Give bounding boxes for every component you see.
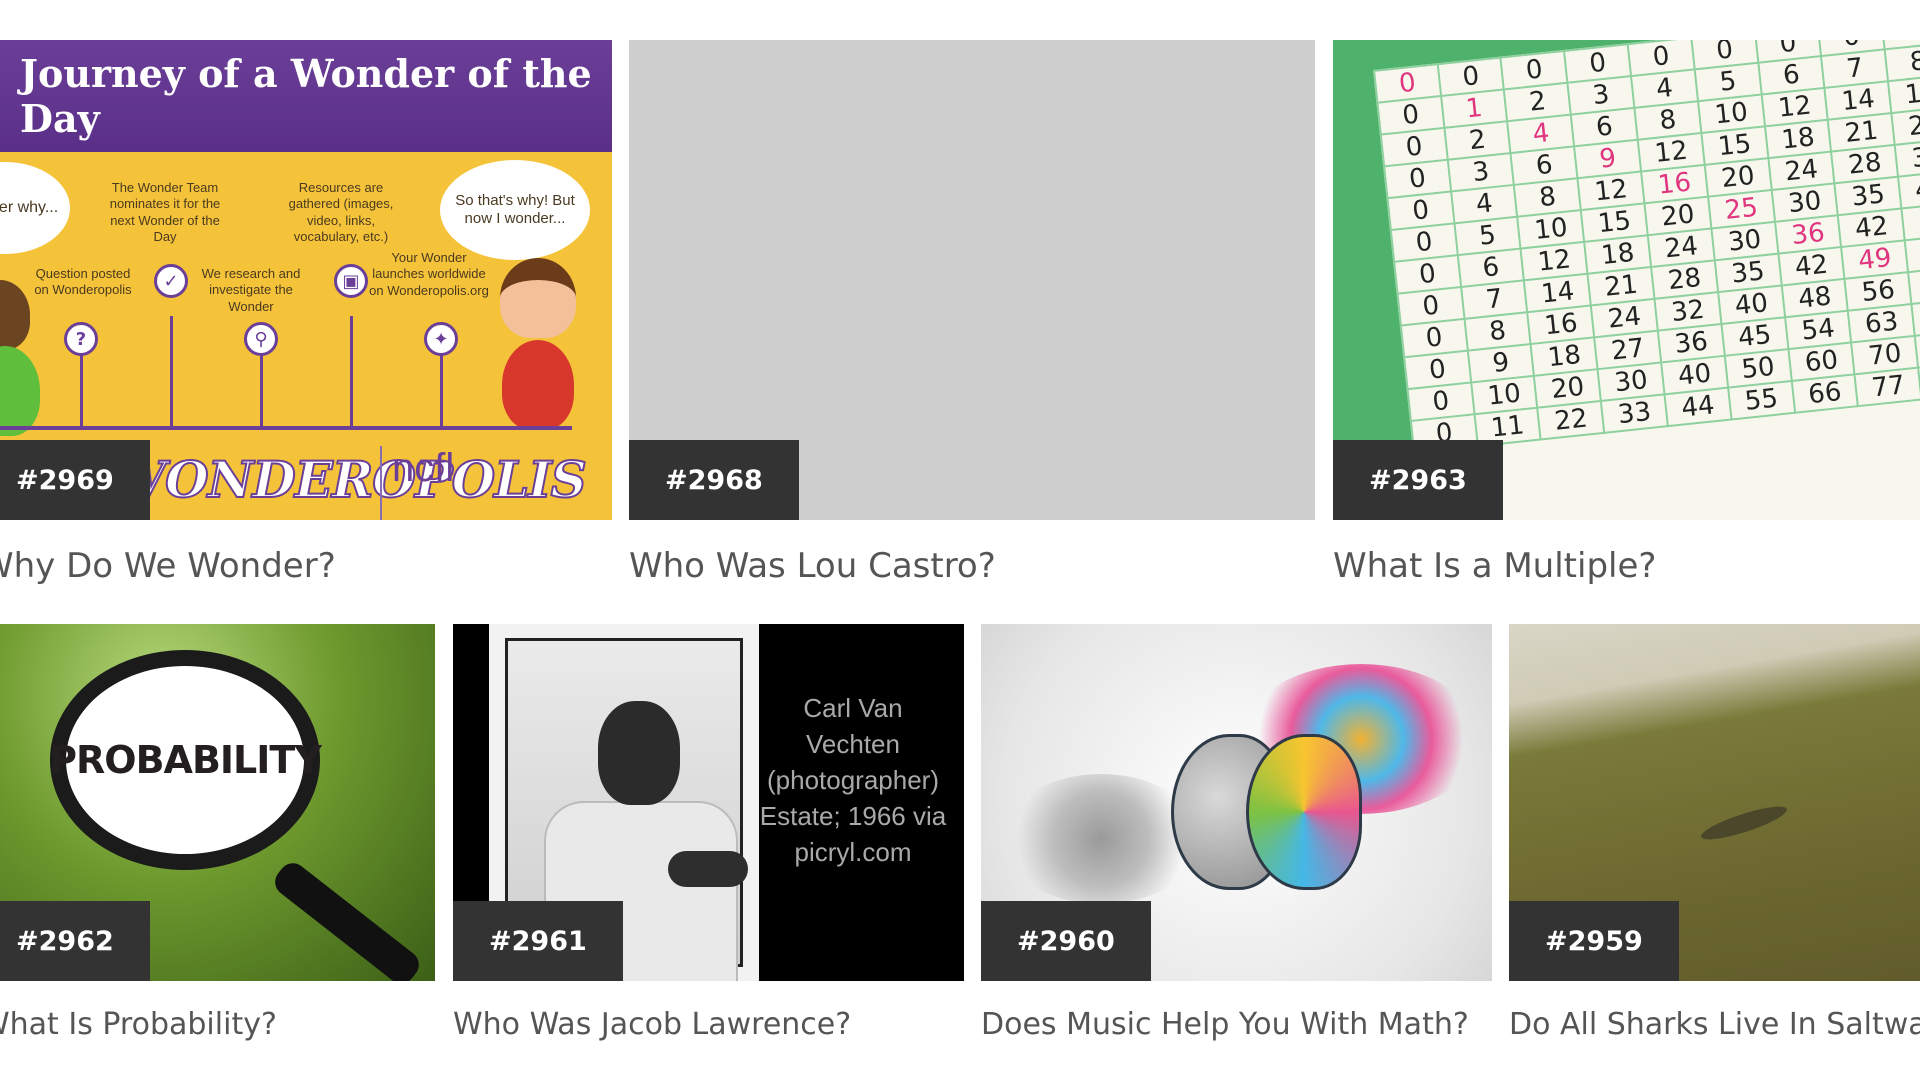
step-team-nominates: The Wonder Team nominates it for the nex… [109, 180, 221, 244]
wonder-title[interactable]: What Is a Multiple? [1333, 546, 1920, 586]
child-illustration-left [0, 280, 30, 350]
check-icon: ✓ [154, 264, 188, 298]
image-icon: ▣ [334, 264, 368, 298]
chart-cell: 77 [1854, 367, 1920, 407]
wonder-title[interactable]: Do All Sharks Live In Saltwater? [1509, 1007, 1920, 1042]
wonder-number-badge: #2961 [453, 901, 623, 981]
photo-credit: Carl Van Vechten (photographer) Estate; … [759, 693, 947, 867]
wonder-number-badge: #2963 [1333, 440, 1503, 520]
wonder-card-2962[interactable]: PROBABILITY #2962 What Is Probability? [0, 624, 435, 1042]
wonder-number-badge: #2960 [981, 901, 1151, 981]
thought-bubble-right: So that's why! But now I wonder... [440, 160, 590, 260]
wonder-title[interactable]: What Is Probability? [0, 1007, 435, 1042]
step-launch: Your Wonder launches worldwide on Wonder… [369, 250, 489, 298]
wonder-title[interactable]: Does Music Help You With Math? [981, 1007, 1492, 1042]
wonder-card-2969[interactable]: Journey of a Wonder of the Day I wonder … [0, 40, 612, 586]
timeline-stem [350, 316, 353, 426]
wonder-card-2960[interactable]: #2960 Does Music Help You With Math? [981, 624, 1492, 1042]
chart-cell: 32 [1894, 138, 1920, 177]
multiplication-table: 0000000000012345678902468101214161803691… [1373, 40, 1920, 454]
question-icon: ? [64, 322, 98, 356]
chart-cell: 66 [1791, 374, 1859, 413]
brain-right-icon [1246, 734, 1362, 890]
lightbulb-icon: ✦ [424, 322, 458, 356]
wonder-number-badge: #2968 [629, 440, 799, 520]
thought-bubble-right-text: So that's why! But now I wonder... [455, 192, 575, 227]
doodle-cloud-left [1001, 774, 1201, 904]
wonder-card-2961[interactable]: Carl Van Vechten (photographer) Estate; … [453, 624, 964, 1042]
wonder-thumbnail[interactable]: Carl Van Vechten (photographer) Estate; … [453, 624, 964, 981]
chart-cell: 24 [1891, 106, 1920, 145]
wonder-card-2968[interactable]: #2968 Who Was Lou Castro? [629, 40, 1315, 586]
step-resources: Resources are gathered (images, video, l… [288, 180, 394, 244]
chart-cell: 55 [1728, 380, 1795, 420]
chart-cell: 48 [1901, 201, 1920, 241]
timeline-stem [170, 316, 173, 426]
chart-cell: 64 [1908, 265, 1920, 304]
timeline-line [0, 426, 572, 430]
magnifier-handle [269, 857, 425, 981]
thought-bubble-left-text: I wonder why... [0, 199, 59, 217]
wonder-grid: Journey of a Wonder of the Day I wonder … [0, 0, 1920, 1080]
step-research: We research and investigate the Wonder [201, 266, 301, 314]
wonder-thumbnail[interactable]: #2968 [629, 40, 1315, 520]
wonder-thumbnail[interactable]: Journey of a Wonder of the Day I wonder … [0, 40, 612, 520]
wonder-card-2959[interactable]: #2959 Do All Sharks Live In Saltwater? [1509, 624, 1920, 1042]
journey-heading: Journey of a Wonder of the Day [0, 40, 612, 152]
wonder-thumbnail[interactable]: #2959 [1509, 624, 1920, 981]
chart-cell: 16 [1888, 74, 1920, 114]
wonder-number-badge: #2969 [0, 440, 150, 520]
chart-cell: 33 [1601, 394, 1668, 433]
wonderopolis-logo: WONDEROPOLIS [109, 449, 588, 510]
chart-cell: 8 [1884, 42, 1920, 82]
step-question-posted: Question posted on Wonderopolis [34, 266, 132, 298]
wonder-title[interactable]: Who Was Jacob Lawrence? [453, 1007, 964, 1042]
child-illustration-right [500, 258, 576, 338]
magnifying-glass: PROBABILITY [49, 650, 322, 870]
ncfl-logo: ncfl [380, 446, 454, 520]
wonder-title[interactable]: Why Do We Wonder? [0, 546, 612, 586]
chart-cell: 22 [1537, 400, 1605, 440]
thought-bubble-left: I wonder why... [0, 162, 70, 254]
child-shirt-right [502, 340, 574, 430]
portrait-head [598, 701, 680, 805]
chart-cell: 40 [1898, 170, 1920, 209]
wonder-title[interactable]: Who Was Lou Castro? [629, 546, 1315, 586]
chart-cell: 44 [1664, 387, 1732, 427]
wonder-thumbnail[interactable]: PROBABILITY #2962 [0, 624, 435, 981]
wonder-card-2963[interactable]: 0000000000012345678902468101214161803691… [1333, 40, 1920, 586]
wonder-thumbnail[interactable]: #2960 [981, 624, 1492, 981]
child-shirt-left [0, 346, 40, 436]
portrait-hands [668, 851, 748, 887]
shark-in-water [1698, 800, 1790, 846]
wonder-number-badge: #2962 [0, 901, 150, 981]
wonder-number-badge: #2959 [1509, 901, 1679, 981]
chart-cell: 56 [1904, 233, 1920, 273]
wonder-thumbnail[interactable]: 0000000000012345678902468101214161803691… [1333, 40, 1920, 520]
magnifier-icon: ⚲ [244, 322, 278, 356]
probability-word: PROBABILITY [49, 738, 322, 782]
